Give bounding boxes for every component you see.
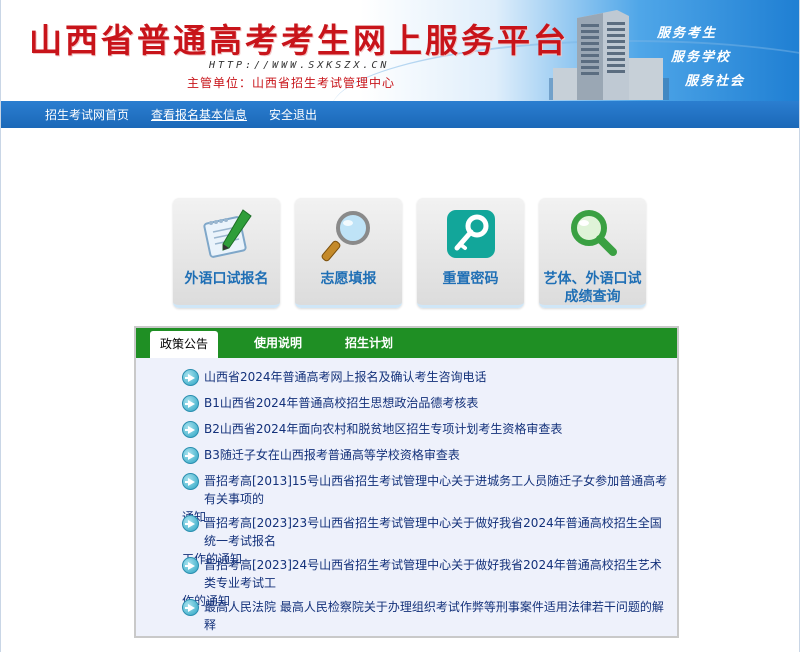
slogan-3: 服务社会: [685, 74, 746, 89]
tab-enrollment-plan[interactable]: 招生计划: [345, 328, 393, 358]
notice-text: 最高人民法院 最高人民检察院关于办理组织考试作弊等刑事案件适用法律若干问题的解释: [204, 600, 664, 632]
notice-item[interactable]: 最高人民法院 最高人民检察院关于办理组织考试作弊等刑事案件适用法律若干问题的解释: [182, 598, 673, 634]
notice-text: 山西省2024年普通高考网上报名及确认考生咨询电话: [204, 370, 487, 384]
key-icon: [446, 210, 495, 258]
notice-item[interactable]: B3随迁子女在山西报考普通高等学校资格审查表: [182, 446, 673, 464]
arrow-circle-icon: [182, 557, 199, 574]
nav-logout-link[interactable]: 安全退出: [269, 106, 317, 123]
tile-oral-exam-registration[interactable]: 外语口试报名: [173, 198, 280, 308]
site-host-unit: 主管单位：山西省招生考试管理中心: [187, 76, 396, 90]
arrow-circle-icon: [182, 473, 199, 490]
arrow-circle-icon: [182, 447, 199, 464]
tile-label: 重置密码: [442, 271, 499, 287]
tile-label: 艺体、外语口试 成绩查询: [539, 270, 646, 306]
site-url: HTTP://WWW.SXKSZX.CN: [209, 60, 390, 71]
arrow-circle-icon: [182, 395, 199, 412]
arrow-circle-icon: [182, 369, 199, 386]
search-icon: [570, 210, 617, 256]
notice-text: B2山西省2024年面向农村和脱贫地区招生专项计划考生资格审查表: [204, 422, 563, 436]
arrow-circle-icon: [182, 599, 199, 616]
tile-label: 志愿填报: [320, 271, 377, 287]
tile-reset-password[interactable]: 重置密码: [417, 198, 524, 308]
tile-label-line-1: 艺体、外语口试: [543, 271, 642, 287]
arrow-circle-icon: [182, 515, 199, 532]
page-frame: 山西省普通高考考生网上服务平台 HTTP://WWW.SXKSZX.CN 主管单…: [0, 0, 800, 652]
slogan-1: 服务考生: [657, 26, 718, 41]
nav-view-registration-link[interactable]: 查看报名基本信息: [151, 106, 247, 123]
notice-item[interactable]: 山西省2024年普通高考网上报名及确认考生咨询电话: [182, 368, 673, 386]
notice-text: 晋招考高[2023]24号山西省招生考试管理中心关于做好我省2024年普通高校招…: [204, 558, 662, 590]
slogan-2: 服务学校: [671, 50, 732, 65]
notice-text: 晋招考高[2013]15号山西省招生考试管理中心关于进城务工人员随迁子女参加普通…: [204, 474, 668, 506]
notice-text: 晋招考高[2023]23号山西省招生考试管理中心关于做好我省2024年普通高校招…: [204, 516, 662, 548]
service-tiles: 外语口试报名 志愿填报 重置密码 艺体、外语口试 成绩查询: [173, 198, 646, 308]
top-nav: 招生考试网首页 查看报名基本信息 安全退出: [1, 101, 799, 128]
tile-label-line-2: 成绩查询: [564, 289, 621, 305]
panel-tabs: 政策公告 使用说明 招生计划: [136, 328, 677, 358]
notice-item[interactable]: B1山西省2024年普通高校招生思想政治品德考核表: [182, 394, 673, 412]
notice-text: B3随迁子女在山西报考普通高等学校资格审查表: [204, 448, 460, 462]
site-banner: 山西省普通高考考生网上服务平台 HTTP://WWW.SXKSZX.CN 主管单…: [1, 0, 799, 101]
tile-application-fill[interactable]: 志愿填报: [295, 198, 402, 308]
notice-panel: 政策公告 使用说明 招生计划 山西省2024年普通高考网上报名及确认考生咨询电话…: [134, 326, 679, 638]
arrow-circle-icon: [182, 421, 199, 438]
notice-item[interactable]: B2山西省2024年面向农村和脱贫地区招生专项计划考生资格审查表: [182, 420, 673, 438]
notice-list: 山西省2024年普通高考网上报名及确认考生咨询电话 B1山西省2024年普通高校…: [136, 358, 677, 636]
nav-exam-home-link[interactable]: 招生考试网首页: [45, 106, 129, 123]
tile-score-query[interactable]: 艺体、外语口试 成绩查询: [539, 198, 646, 308]
notebook-pencil-icon: [202, 209, 252, 258]
site-title: 山西省普通高考考生网上服务平台: [29, 21, 569, 60]
notice-text: B1山西省2024年普通高校招生思想政治品德考核表: [204, 396, 479, 410]
tab-usage-instructions[interactable]: 使用说明: [254, 328, 302, 358]
tile-label: 外语口试报名: [184, 271, 269, 287]
magnifier-icon: [321, 211, 370, 262]
slogans: 服务考生 服务学校 服务社会: [649, 22, 779, 92]
tab-policy-notices[interactable]: 政策公告: [150, 331, 219, 358]
